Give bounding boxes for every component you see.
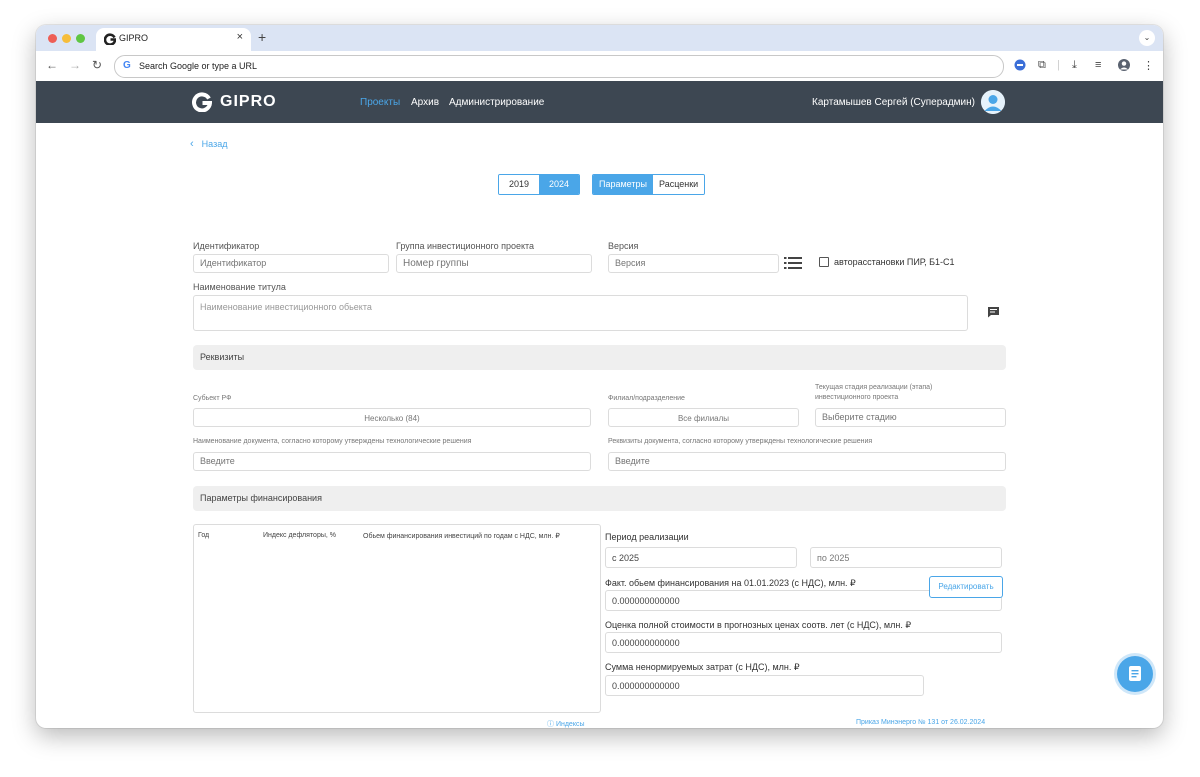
chevron-left-icon: ‹ [190,138,194,150]
back-arrow-icon[interactable]: ← [46,58,58,72]
document-icon [1129,666,1141,681]
period-label: Период реализации [605,532,689,542]
maximize-window-button[interactable] [76,34,85,43]
nav-archive[interactable]: Архив [411,97,439,108]
year-2024-button[interactable]: 2024 [539,175,580,194]
nav-projects[interactable]: Проекты [360,97,400,108]
browser-tabbar: GIPRO × + ⌄ [36,25,1163,51]
stage-select[interactable] [815,408,1006,427]
title-name-textarea[interactable]: Наименование инвестиционного обьекта [193,295,968,331]
version-input[interactable] [608,254,779,273]
period-from-input[interactable]: с 2025 [605,547,797,568]
address-bar-text: Search Google or type a URL [139,61,258,71]
list-icon[interactable] [784,256,802,275]
order-link[interactable]: Приказ Минэнерго № 131 от 26.02.2024 [856,719,985,726]
nonnorm-input[interactable]: 0.000000000000 [605,675,924,696]
indexes-link[interactable]: ⓘ Индексы [547,719,585,728]
nav-administration[interactable]: Администрирование [449,97,544,108]
edit-button[interactable]: Редактировать [929,576,1003,598]
title-name-label: Наименование титула [193,282,286,292]
table-header-deflator: Индекс дефляторы, % [263,532,336,539]
gipro-favicon-icon [103,33,117,46]
more-menu-icon[interactable]: ⋮ [1143,59,1154,72]
subject-select[interactable]: Несколько (84) [193,408,591,427]
reading-list-icon[interactable]: ≡ [1095,59,1101,71]
stage-label-line2: инвестиционного проекта [815,394,899,401]
auto-placement-checkbox[interactable] [819,257,829,267]
table-header-year: Год [198,532,210,539]
back-link[interactable]: ‹ Назад [190,138,227,150]
section-financing: Параметры финансирования [193,486,1006,511]
year-switch: 2019 2024 [498,174,581,195]
estimate-input[interactable]: 0.000000000000 [605,632,1002,653]
group-input[interactable] [396,254,592,273]
tab-close-icon[interactable]: × [237,31,243,43]
extensions-puzzle-icon[interactable]: ⧉ [1038,59,1046,72]
tab-prices[interactable]: Расценки [652,175,705,194]
doc-name-input[interactable] [193,452,591,471]
tab-title: GIPRO [119,33,149,43]
section-requisites: Реквизиты [193,345,1006,370]
period-to-input[interactable]: по 2025 [810,547,1002,568]
toolbar-divider: | [1057,59,1060,71]
estimate-label: Оценка полной стоимости в прогнозных цен… [605,620,912,630]
google-icon: G [123,60,131,71]
nonnorm-label: Сумма ненормируемых затрат (с НДС), млн.… [605,662,800,672]
forward-arrow-icon[interactable]: → [69,58,81,72]
close-window-button[interactable] [48,34,57,43]
table-header-volume: Обьем финансирования инвестиций по годам… [363,533,560,540]
browser-toolbar: ← → ↻ G Search Google or type a URL ⧉ | … [36,51,1163,82]
new-tab-button[interactable]: + [258,29,266,45]
auto-placement-label: авторасстановки ПИР, Б1-С1 [834,257,955,267]
address-bar[interactable]: G Search Google or type a URL [114,55,1004,78]
browser-tab[interactable]: GIPRO × [96,28,251,51]
branch-select[interactable]: Все филиалы [608,408,799,427]
profile-icon[interactable] [1118,59,1130,74]
branch-label: Филиал/подразделение [608,395,685,402]
fact-label: Факт. обьем финансирования на 01.01.2023… [605,578,856,588]
subject-label: Субьект РФ [193,395,232,402]
user-name[interactable]: Картамышев Сергей (Суперадмин) [812,97,975,108]
financing-table: Год Индекс дефляторы, % Обьем финансиров… [193,524,601,713]
back-label: Назад [201,139,228,149]
app-header: GIPRO Проекты Архив Администрирование Ка… [36,81,1163,123]
notes-fab[interactable] [1117,656,1153,692]
stage-label-line1: Текущая стадия реализации (этапа) [815,384,933,391]
browser-window: GIPRO × + ⌄ ← → ↻ G Search Google or typ… [36,25,1163,728]
reload-icon[interactable]: ↻ [92,58,102,72]
year-2019-button[interactable]: 2019 [499,175,540,194]
identifier-input[interactable] [193,254,389,273]
page-content: ‹ Назад 2019 2024 Параметры Расценки Иден… [36,123,1163,728]
doc-name-label: Наименование документа, согласно котором… [193,438,472,445]
download-icon[interactable]: ⤓ [1072,59,1077,72]
doc-requisites-label: Реквизиты документа, согласно которому у… [608,438,873,445]
identifier-label: Идентификатор [193,241,260,251]
minimize-window-button[interactable] [62,34,71,43]
user-avatar-icon[interactable] [981,90,1005,114]
extension-icon[interactable] [1014,59,1026,74]
tab-parameters[interactable]: Параметры [593,175,653,194]
brand-name: GIPRO [220,93,277,110]
gipro-logo-icon [192,92,213,113]
tab-search-chevron-icon[interactable]: ⌄ [1139,30,1155,46]
version-label: Версия [608,241,639,251]
comment-icon[interactable] [987,305,1000,323]
group-label: Группа инвестиционного проекта [396,241,535,251]
view-switch: Параметры Расценки [592,174,706,195]
doc-requisites-input[interactable] [608,452,1006,471]
